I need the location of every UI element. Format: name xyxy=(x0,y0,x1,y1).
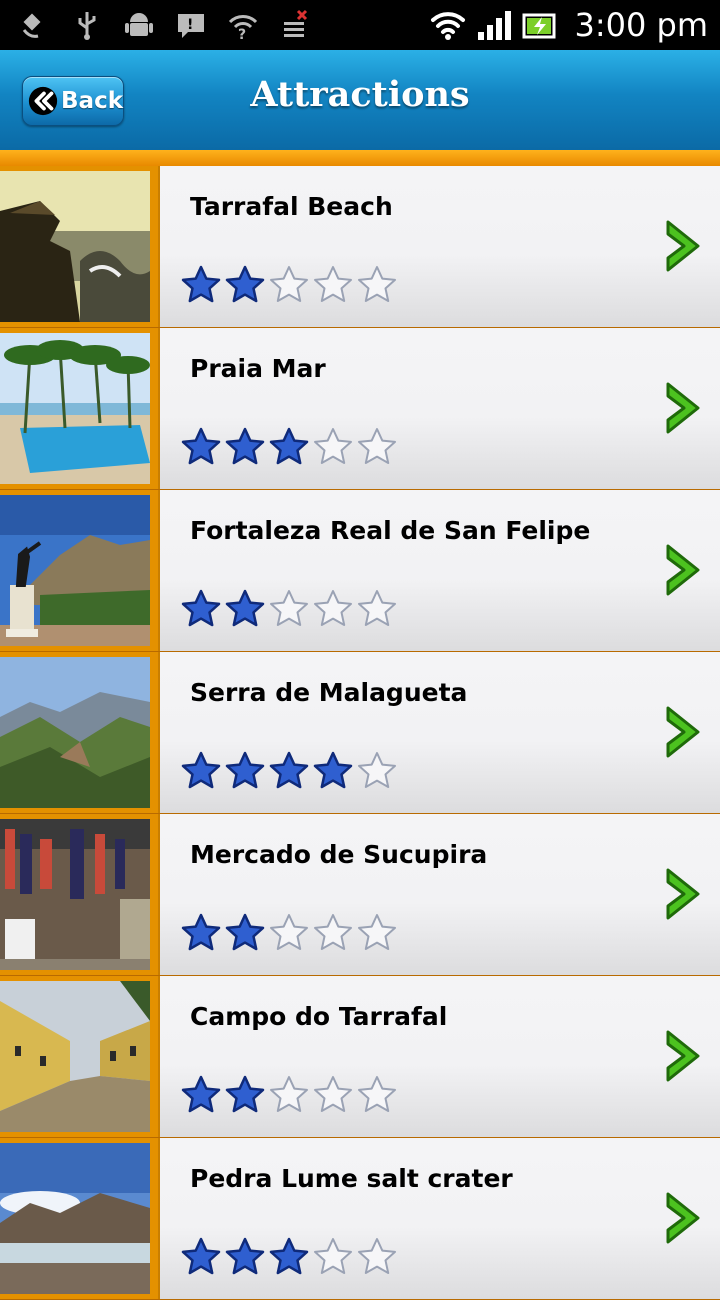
star-empty-icon xyxy=(314,428,352,464)
star-filled-icon xyxy=(225,913,265,951)
thumbnail-frame xyxy=(0,976,160,1137)
thumbnail-frame xyxy=(0,166,160,327)
list-item[interactable]: Fortaleza Real de San Felipe xyxy=(0,490,720,652)
wifi-icon xyxy=(431,12,466,40)
star-filled-icon xyxy=(313,751,353,789)
thumbnail-frame xyxy=(0,652,160,813)
rating-stars xyxy=(180,750,398,792)
attractions-list: Tarrafal Beach Praia Mar Fortaleza Real … xyxy=(0,166,720,1300)
attraction-name: Fortaleza Real de San Felipe xyxy=(190,516,591,545)
thumbnail-frame xyxy=(0,1138,160,1299)
star-filled-icon xyxy=(181,589,221,627)
star-empty-icon xyxy=(314,1076,352,1112)
star-empty-icon xyxy=(314,266,352,302)
star-filled-icon xyxy=(269,427,309,465)
satellite-icon xyxy=(22,13,41,38)
star-empty-icon xyxy=(270,590,308,626)
attraction-name: Serra de Malagueta xyxy=(190,678,468,707)
signal-icon xyxy=(478,11,512,40)
star-empty-icon xyxy=(358,428,396,464)
chevron-right-icon xyxy=(666,1030,700,1082)
android-icon xyxy=(125,13,153,36)
no-sim-icon xyxy=(284,9,308,37)
notification-icons: ! ? xyxy=(18,8,312,42)
star-filled-icon xyxy=(181,1075,221,1113)
chevron-right-icon xyxy=(666,1192,700,1244)
star-empty-icon xyxy=(270,266,308,302)
thumbnail-frame xyxy=(0,814,160,975)
usb-icon xyxy=(78,12,96,40)
chevron-right-icon xyxy=(666,382,700,434)
star-filled-icon xyxy=(225,265,265,303)
star-empty-icon xyxy=(270,914,308,950)
attraction-name: Praia Mar xyxy=(190,354,326,383)
list-item[interactable]: Pedra Lume salt crater xyxy=(0,1138,720,1300)
mountains-photo xyxy=(0,657,150,808)
svg-text:?: ? xyxy=(238,27,246,42)
chevron-right-icon xyxy=(666,868,700,920)
star-filled-icon xyxy=(181,913,221,951)
thumbnail-frame xyxy=(0,328,160,489)
star-filled-icon xyxy=(269,751,309,789)
rating-stars xyxy=(180,1074,398,1116)
clock: 3:00 pm xyxy=(574,6,708,44)
list-item[interactable]: Mercado de Sucupira xyxy=(0,814,720,976)
star-empty-icon xyxy=(270,1076,308,1112)
rating-stars xyxy=(180,912,398,954)
star-filled-icon xyxy=(225,427,265,465)
star-empty-icon xyxy=(358,1076,396,1112)
star-empty-icon xyxy=(358,266,396,302)
chevron-right-icon xyxy=(666,220,700,272)
page-title: Attractions xyxy=(250,74,470,115)
star-filled-icon xyxy=(181,1237,221,1275)
attraction-name: Pedra Lume salt crater xyxy=(190,1164,513,1193)
list-item[interactable]: Praia Mar xyxy=(0,328,720,490)
yellow-buildings-photo xyxy=(0,981,150,1132)
attraction-name: Campo do Tarrafal xyxy=(190,1002,448,1031)
star-empty-icon xyxy=(358,914,396,950)
star-filled-icon xyxy=(181,427,221,465)
star-filled-icon xyxy=(225,589,265,627)
svg-text:!: ! xyxy=(187,17,193,33)
star-empty-icon xyxy=(358,752,396,788)
star-empty-icon xyxy=(314,914,352,950)
attraction-name: Tarrafal Beach xyxy=(190,192,393,221)
rating-stars xyxy=(180,264,398,306)
chevron-right-icon xyxy=(666,706,700,758)
list-item[interactable]: Campo do Tarrafal xyxy=(0,976,720,1138)
star-empty-icon xyxy=(314,590,352,626)
list-item[interactable]: Serra de Malagueta xyxy=(0,652,720,814)
pool-palms-photo xyxy=(0,333,150,484)
battery-icon xyxy=(522,13,556,39)
star-empty-icon xyxy=(358,590,396,626)
message-icon: ! xyxy=(178,14,204,38)
rating-stars xyxy=(180,1236,398,1278)
header-divider xyxy=(0,150,720,166)
star-filled-icon xyxy=(225,1075,265,1113)
star-empty-icon xyxy=(358,1238,396,1274)
star-filled-icon xyxy=(225,1237,265,1275)
sea-rocks-photo xyxy=(0,171,150,322)
star-filled-icon xyxy=(181,265,221,303)
salt-crater-photo xyxy=(0,1143,150,1294)
chevron-right-icon xyxy=(666,544,700,596)
star-filled-icon xyxy=(181,751,221,789)
status-bar: ! ? 3:00 pm xyxy=(0,0,720,50)
market-stalls-photo xyxy=(0,819,150,970)
wifi-question-icon: ? xyxy=(228,15,258,42)
fortress-statue-photo xyxy=(0,495,150,646)
star-empty-icon xyxy=(314,1238,352,1274)
attraction-name: Mercado de Sucupira xyxy=(190,840,488,869)
rating-stars xyxy=(180,426,398,468)
star-filled-icon xyxy=(225,751,265,789)
rating-stars xyxy=(180,588,398,630)
list-item[interactable]: Tarrafal Beach xyxy=(0,166,720,328)
thumbnail-frame xyxy=(0,490,160,651)
system-icons: 3:00 pm xyxy=(430,6,708,44)
star-filled-icon xyxy=(269,1237,309,1275)
title-bar: Back Attractions xyxy=(0,50,720,150)
